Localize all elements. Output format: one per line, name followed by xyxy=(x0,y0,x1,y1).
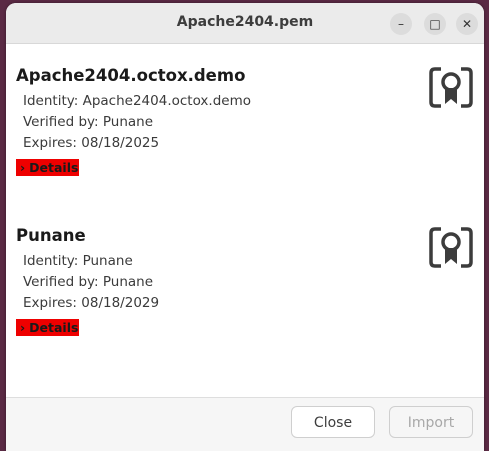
certificate-identity: Identity: Punane xyxy=(23,253,133,269)
certificate-icon xyxy=(429,227,473,268)
certificate-name: Punane xyxy=(16,226,86,245)
window-title: Apache2404.pem xyxy=(176,14,314,30)
certificate-verified-by: Verified by: Punane xyxy=(23,114,154,130)
details-expander[interactable]: › Details xyxy=(16,319,80,336)
titlebar[interactable]: Apache2404.pem – □ ✕ xyxy=(6,3,484,44)
certificate-entry: Punane Identity: Punane Verified by: Pun… xyxy=(16,226,466,336)
close-icon: ✕ xyxy=(461,17,473,31)
details-label: Details xyxy=(29,320,79,335)
chevron-right-icon: › xyxy=(20,320,26,335)
close-window-button[interactable]: ✕ xyxy=(456,13,478,35)
close-button[interactable]: Close xyxy=(291,406,375,438)
certificate-list: Apache2404.octox.demo Identity: Apache24… xyxy=(6,44,484,397)
certificate-entry: Apache2404.octox.demo Identity: Apache24… xyxy=(16,66,466,176)
certificate-name: Apache2404.octox.demo xyxy=(16,66,246,85)
minimize-icon: – xyxy=(398,17,404,31)
minimize-button[interactable]: – xyxy=(390,13,412,35)
maximize-button[interactable]: □ xyxy=(424,13,446,35)
certificate-icon xyxy=(429,67,473,108)
certificate-expires: Expires: 08/18/2025 xyxy=(23,135,160,151)
chevron-right-icon: › xyxy=(20,160,26,175)
details-label: Details xyxy=(29,160,79,175)
import-button[interactable]: Import xyxy=(389,406,473,438)
certificate-viewer-window: Apache2404.pem – □ ✕ Apache2404.octox.de… xyxy=(6,3,484,451)
maximize-icon: □ xyxy=(429,17,441,31)
certificate-identity: Identity: Apache2404.octox.demo xyxy=(23,93,251,109)
details-expander[interactable]: › Details xyxy=(16,159,80,176)
dialog-footer: Close Import xyxy=(6,397,484,451)
certificate-verified-by: Verified by: Punane xyxy=(23,274,154,290)
certificate-expires: Expires: 08/18/2029 xyxy=(23,295,160,311)
